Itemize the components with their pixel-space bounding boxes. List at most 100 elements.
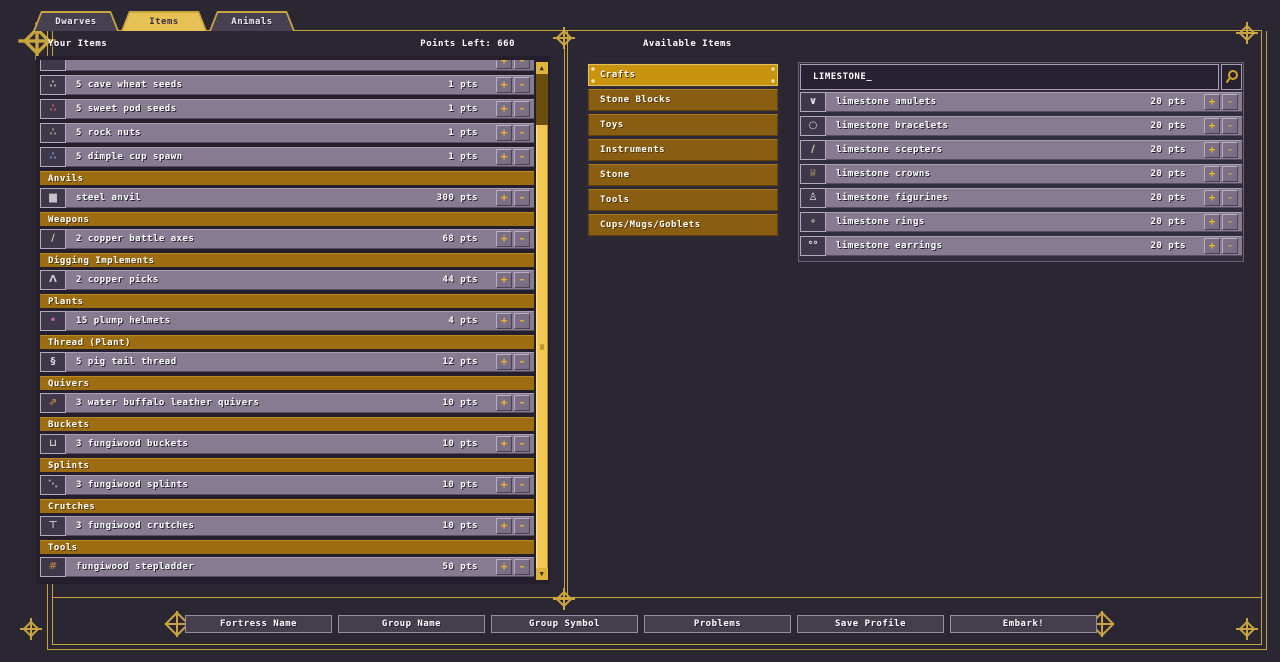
item-row: ⊔ 3 fungiwood buckets 10 pts + - <box>40 434 534 454</box>
scrollbar-grip-icon: ≡ <box>539 342 545 351</box>
item-row: • 15 plump helmets 4 pts + - <box>40 311 534 331</box>
increase-button[interactable]: + <box>496 395 512 411</box>
increase-button[interactable]: + <box>496 77 512 93</box>
increase-button[interactable]: + <box>1204 238 1220 254</box>
decrease-button[interactable]: - <box>1222 214 1238 230</box>
decrease-button[interactable]: - <box>1222 166 1238 182</box>
increase-button[interactable]: + <box>496 477 512 493</box>
decrease-button[interactable]: - <box>514 395 530 411</box>
your-items-scrollbar[interactable]: ▲ ≡ ▼ <box>536 62 548 580</box>
increase-button[interactable]: + <box>1204 214 1220 230</box>
decrease-button[interactable]: - <box>514 101 530 117</box>
category-stone-blocks[interactable]: Stone Blocks <box>588 89 778 111</box>
item-name: limestone scepters <box>836 145 943 155</box>
decrease-button[interactable]: - <box>1222 238 1238 254</box>
decrease-button[interactable]: - <box>514 272 530 288</box>
decrease-button[interactable]: - <box>514 559 530 575</box>
tab-label: Dwarves <box>55 17 97 27</box>
decrease-button[interactable]: - <box>514 518 530 534</box>
item-row: ∴ 5 sweet pod seeds 1 pts + - <box>40 99 534 119</box>
problems-button[interactable]: Problems <box>644 615 791 633</box>
tab-dwarves[interactable]: Dwarves <box>33 11 119 31</box>
search-input[interactable]: LIMESTONE_ <box>800 64 1219 90</box>
decrease-button[interactable]: - <box>514 313 530 329</box>
decrease-button[interactable]: - <box>514 190 530 206</box>
save-profile-button[interactable]: Save Profile <box>797 615 944 633</box>
item-name: 5 dimple cup spawn <box>76 152 183 162</box>
pick-icon: Λ <box>40 270 66 290</box>
item-name: limestone earrings <box>836 241 943 251</box>
decrease-button[interactable]: - <box>514 477 530 493</box>
increase-button[interactable]: + <box>1204 142 1220 158</box>
item-name: 3 fungiwood crutches <box>76 521 195 531</box>
increase-button[interactable]: + <box>496 518 512 534</box>
item-row: ∘ limestone rings 20 pts + - <box>800 212 1242 232</box>
points-left-label: Points Left: 660 <box>420 39 515 49</box>
anvil-icon: ▆ <box>40 188 66 208</box>
scrollbar-thumb[interactable]: ≡ <box>536 125 548 568</box>
increase-button[interactable]: + <box>496 149 512 165</box>
increase-button[interactable]: + <box>496 60 512 69</box>
category-label: Cups/Mugs/Goblets <box>600 220 701 230</box>
item-name: steel anvil <box>76 193 142 203</box>
section-header-label: Digging Implements <box>48 256 155 266</box>
group-name-button[interactable]: Group Name <box>338 615 485 633</box>
section-header-label: Crutches <box>48 502 96 512</box>
category-instruments[interactable]: Instruments <box>588 139 778 161</box>
fortress-name-button[interactable]: Fortress Name <box>185 615 332 633</box>
increase-button[interactable]: + <box>496 436 512 452</box>
decrease-button[interactable]: - <box>514 60 530 69</box>
increase-button[interactable]: + <box>496 101 512 117</box>
section-header-label: Tools <box>48 543 78 553</box>
group-symbol-button[interactable]: Group Symbol <box>491 615 638 633</box>
increase-button[interactable]: + <box>496 190 512 206</box>
decrease-button[interactable]: - <box>514 125 530 141</box>
embark-button[interactable]: Embark! <box>950 615 1097 633</box>
amulet-icon: ∨ <box>800 92 826 112</box>
item-points: 50 pts <box>442 562 478 572</box>
tab-items[interactable]: Items <box>121 11 207 31</box>
item-points: 300 pts <box>436 193 478 203</box>
item-row: ⇗ 3 water buffalo leather quivers 10 pts… <box>40 393 534 413</box>
category-stone[interactable]: Stone <box>588 164 778 186</box>
scroll-down-icon[interactable]: ▼ <box>536 568 548 580</box>
category-label: Stone <box>600 170 630 180</box>
section-header-label: Quivers <box>48 379 90 389</box>
decrease-button[interactable]: - <box>514 354 530 370</box>
decrease-button[interactable]: - <box>514 436 530 452</box>
increase-button[interactable]: + <box>1204 166 1220 182</box>
increase-button[interactable]: + <box>1204 118 1220 134</box>
seeds-icon: ∴ <box>40 99 66 119</box>
decrease-button[interactable]: - <box>1222 190 1238 206</box>
increase-button[interactable]: + <box>496 559 512 575</box>
item-row: ♕ limestone crowns 20 pts + - <box>800 164 1242 184</box>
decrease-button[interactable]: - <box>514 231 530 247</box>
tab-animals[interactable]: Animals <box>209 11 295 31</box>
search-button[interactable] <box>1221 64 1242 90</box>
corner-knot-icon <box>1236 22 1258 44</box>
increase-button[interactable]: + <box>1204 94 1220 110</box>
item-row: °° limestone earrings 20 pts + - <box>800 236 1242 256</box>
section-header: Buckets <box>40 417 534 431</box>
tab-label: Items <box>149 17 179 27</box>
item-points: 20 pts <box>1150 193 1186 203</box>
increase-button[interactable]: + <box>496 231 512 247</box>
increase-button[interactable]: + <box>496 354 512 370</box>
decrease-button[interactable]: - <box>1222 94 1238 110</box>
decrease-button[interactable]: - <box>1222 118 1238 134</box>
category-crafts[interactable]: Crafts <box>588 64 778 86</box>
decrease-button[interactable]: - <box>514 77 530 93</box>
category-toys[interactable]: Toys <box>588 114 778 136</box>
scroll-up-icon[interactable]: ▲ <box>536 62 548 74</box>
increase-button[interactable]: + <box>496 272 512 288</box>
category-cups-mugs-goblets[interactable]: Cups/Mugs/Goblets <box>588 214 778 236</box>
item-points: 20 pts <box>1150 169 1186 179</box>
plump-helmet-icon: • <box>40 311 66 331</box>
increase-button[interactable]: + <box>496 313 512 329</box>
category-tools[interactable]: Tools <box>588 189 778 211</box>
increase-button[interactable]: + <box>496 125 512 141</box>
decrease-button[interactable]: - <box>1222 142 1238 158</box>
increase-button[interactable]: + <box>1204 190 1220 206</box>
decrease-button[interactable]: - <box>514 149 530 165</box>
thread-icon: § <box>40 352 66 372</box>
